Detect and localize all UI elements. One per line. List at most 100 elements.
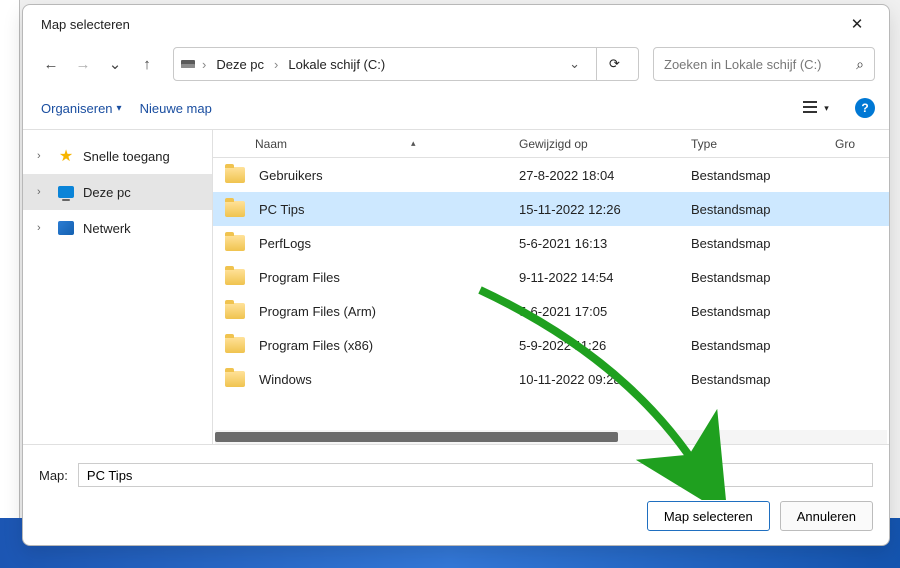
toolbar: Organiseren ▾ Nieuwe map ▾ ? — [23, 91, 889, 129]
chevron-down-icon: ▾ — [824, 103, 829, 114]
forward-button[interactable]: → — [69, 49, 97, 79]
sort-ascending-icon: ▴ — [411, 138, 416, 149]
file-type: Bestandsmap — [685, 202, 829, 217]
back-button[interactable]: ← — [37, 49, 65, 79]
main-area: › ★ Snelle toegang › Deze pc › Netwerk N… — [23, 129, 889, 444]
folder-icon — [225, 235, 245, 251]
nav-row: ← → ⌄ ↑ › Deze pc › Lokale schijf (C:) ⌄… — [23, 43, 889, 91]
select-folder-button[interactable]: Map selecteren — [647, 501, 770, 531]
folder-name-input[interactable] — [78, 463, 873, 487]
sidebar-item-label: Snelle toegang — [83, 149, 170, 164]
file-name: Gebruikers — [259, 168, 323, 183]
folder-icon — [225, 201, 245, 217]
table-row[interactable]: Windows 10-11-2022 09:28Bestandsmap — [213, 362, 889, 396]
file-modified: 10-11-2022 09:28 — [513, 372, 685, 387]
button-row: Map selecteren Annuleren — [39, 501, 873, 531]
recent-dropdown[interactable]: ⌄ — [101, 49, 129, 79]
organize-label: Organiseren — [41, 101, 113, 116]
search-box[interactable]: ⌕ — [653, 47, 875, 81]
column-headers: Naam ▴ Gewijzigd op Type Gro — [213, 130, 889, 158]
arrow-right-icon: → — [76, 56, 91, 73]
sidebar-item-label: Netwerk — [83, 221, 131, 236]
sidebar-item-label: Deze pc — [83, 185, 131, 200]
view-options-button[interactable]: ▾ — [801, 95, 831, 121]
monitor-icon — [57, 183, 75, 201]
file-name: PC Tips — [259, 202, 305, 217]
file-modified: 5-6-2021 17:05 — [513, 304, 685, 319]
star-icon: ★ — [57, 147, 75, 165]
new-folder-button[interactable]: Nieuwe map — [140, 101, 212, 116]
file-modified: 9-11-2022 14:54 — [513, 270, 685, 285]
folder-icon — [225, 337, 245, 353]
network-icon — [57, 219, 75, 237]
titlebar: Map selecteren ✕ — [23, 5, 889, 43]
backdrop-window — [0, 0, 20, 568]
column-header-name[interactable]: Naam ▴ — [213, 137, 513, 151]
folder-icon — [225, 269, 245, 285]
arrow-left-icon: ← — [44, 56, 59, 73]
table-row[interactable]: Gebruikers 27-8-2022 18:04Bestandsmap — [213, 158, 889, 192]
help-icon: ? — [861, 101, 868, 115]
table-row[interactable]: PC Tips 15-11-2022 12:26Bestandsmap — [213, 192, 889, 226]
file-area: Naam ▴ Gewijzigd op Type Gro Gebruikers 2… — [213, 130, 889, 444]
file-modified: 5-9-2022 11:26 — [513, 338, 685, 353]
file-list: Gebruikers27-8-2022 18:04BestandsmapPC T… — [213, 158, 889, 430]
file-name: Windows — [259, 372, 312, 387]
table-row[interactable]: Program Files (Arm) 5-6-2021 17:05Bestand… — [213, 294, 889, 328]
table-row[interactable]: PerfLogs 5-6-2021 16:13Bestandsmap — [213, 226, 889, 260]
horizontal-scrollbar[interactable] — [215, 430, 887, 444]
column-header-modified[interactable]: Gewijzigd op — [513, 137, 685, 151]
file-name: PerfLogs — [259, 236, 311, 251]
file-type: Bestandsmap — [685, 270, 829, 285]
file-name: Program Files (x86) — [259, 338, 373, 353]
table-row[interactable]: Program Files9-11-2022 14:54Bestandsmap — [213, 260, 889, 294]
column-header-size[interactable]: Gro — [829, 137, 889, 151]
organize-menu[interactable]: Organiseren ▾ — [41, 101, 122, 116]
folder-name-label: Map: — [39, 468, 68, 483]
cancel-button[interactable]: Annuleren — [780, 501, 873, 531]
folder-name-row: Map: — [39, 463, 873, 487]
breadcrumb-part[interactable]: Deze pc — [210, 55, 270, 74]
chevron-right-icon[interactable]: › — [37, 150, 49, 162]
file-type: Bestandsmap — [685, 304, 829, 319]
chevron-right-icon[interactable]: › — [37, 186, 49, 198]
chevron-right-icon[interactable]: › — [37, 222, 49, 234]
drive-icon — [180, 57, 198, 71]
chevron-down-icon: ▾ — [117, 103, 122, 114]
column-header-type[interactable]: Type — [685, 137, 829, 151]
breadcrumb-dropdown[interactable]: ⌄ — [559, 56, 590, 72]
sidebar-item-network[interactable]: › Netwerk — [23, 210, 212, 246]
file-type: Bestandsmap — [685, 338, 829, 353]
breadcrumb-part[interactable]: Lokale schijf (C:) — [282, 55, 391, 74]
folder-icon — [225, 303, 245, 319]
file-modified: 27-8-2022 18:04 — [513, 168, 685, 183]
file-modified: 15-11-2022 12:26 — [513, 202, 685, 217]
folder-icon — [225, 371, 245, 387]
arrow-up-icon: ↑ — [143, 56, 151, 73]
list-view-icon — [803, 100, 821, 117]
sidebar-item-this-pc[interactable]: › Deze pc — [23, 174, 212, 210]
close-button[interactable]: ✕ — [837, 9, 877, 39]
refresh-button[interactable]: ⟳ — [596, 47, 632, 81]
search-icon[interactable]: ⌕ — [856, 56, 864, 73]
search-input[interactable] — [664, 57, 850, 72]
file-type: Bestandsmap — [685, 372, 829, 387]
footer: Map: Map selecteren Annuleren — [23, 444, 889, 545]
chevron-right-icon: › — [272, 57, 280, 72]
file-type: Bestandsmap — [685, 236, 829, 251]
up-button[interactable]: ↑ — [133, 49, 161, 79]
scrollbar-thumb[interactable] — [215, 432, 618, 442]
table-row[interactable]: Program Files (x86) 5-9-2022 11:26Bestand… — [213, 328, 889, 362]
dialog-title: Map selecteren — [41, 17, 130, 32]
file-modified: 5-6-2021 16:13 — [513, 236, 685, 251]
breadcrumb[interactable]: › Deze pc › Lokale schijf (C:) ⌄ ⟳ — [173, 47, 639, 81]
chevron-down-icon: ⌄ — [109, 55, 122, 73]
chevron-right-icon: › — [200, 57, 208, 72]
sidebar: › ★ Snelle toegang › Deze pc › Netwerk — [23, 130, 213, 444]
close-icon: ✕ — [851, 15, 864, 33]
file-type: Bestandsmap — [685, 168, 829, 183]
folder-icon — [225, 167, 245, 183]
sidebar-item-quick-access[interactable]: › ★ Snelle toegang — [23, 138, 212, 174]
file-name: Program Files (Arm) — [259, 304, 376, 319]
help-button[interactable]: ? — [855, 98, 875, 118]
